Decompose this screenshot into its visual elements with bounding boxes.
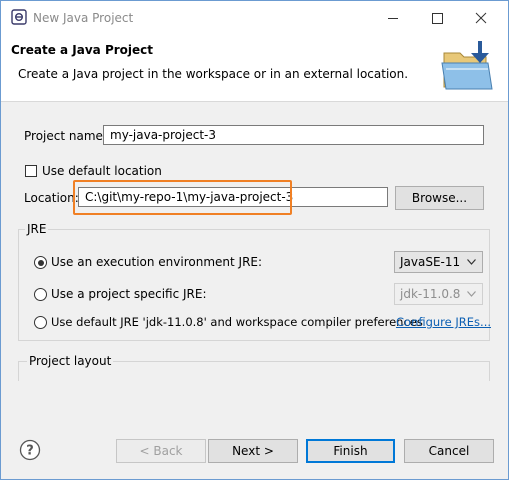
finish-button[interactable]: Finish (306, 439, 395, 463)
execution-env-select[interactable]: JavaSE-11 (394, 251, 483, 273)
banner-title: Create a Java Project (11, 43, 154, 57)
svg-text:?: ? (26, 444, 34, 459)
configure-jres-link[interactable]: Configure JREs... (396, 315, 491, 329)
default-jre-label: Use default JRE 'jdk-11.0.8' and workspa… (51, 315, 423, 329)
location-label: Location: (24, 191, 79, 205)
banner-description: Create a Java project in the workspace o… (18, 67, 409, 81)
minimize-icon (388, 18, 398, 19)
help-icon[interactable]: ? (19, 439, 41, 461)
execution-env-value: JavaSE-11 (400, 255, 461, 269)
use-default-location-checkbox[interactable] (25, 165, 37, 177)
maximize-button[interactable] (417, 7, 457, 29)
project-name-label: Project name: (24, 129, 107, 143)
browse-button[interactable]: Browse... (395, 186, 484, 210)
minimize-button[interactable] (373, 7, 413, 29)
back-button[interactable]: < Back (116, 439, 206, 463)
project-specific-jre-value: jdk-11.0.8 (400, 287, 461, 301)
project-layout-group-title: Project layout (27, 354, 114, 368)
default-jre-radio[interactable] (34, 316, 47, 329)
next-button[interactable]: Next > (208, 439, 298, 463)
maximize-icon (432, 13, 443, 24)
close-button[interactable] (461, 7, 501, 29)
eclipse-icon (11, 9, 27, 25)
wizard-banner: Create a Java Project Create a Java proj… (1, 35, 508, 102)
project-specific-jre-radio[interactable] (34, 288, 47, 301)
jre-group-title: JRE (25, 222, 49, 236)
execution-env-radio[interactable] (34, 256, 47, 269)
close-icon (475, 12, 487, 24)
title-bar: New Java Project (1, 1, 508, 35)
chevron-down-icon (467, 291, 476, 297)
use-default-location-label: Use default location (42, 164, 162, 178)
new-project-folder-icon (441, 41, 493, 90)
chevron-down-icon (467, 259, 476, 265)
cancel-button[interactable]: Cancel (404, 439, 494, 463)
location-input[interactable]: C:\git\my-repo-1\my-java-project-3 (78, 187, 388, 207)
execution-env-label: Use an execution environment JRE: (51, 255, 263, 269)
project-specific-jre-label: Use a project specific JRE: (51, 287, 207, 301)
window-title: New Java Project (33, 11, 134, 25)
new-java-project-dialog: New Java Project Create a Java Project C… (0, 0, 509, 480)
project-specific-jre-select[interactable]: jdk-11.0.8 (394, 283, 483, 305)
radio-selected-dot (37, 259, 44, 266)
project-name-input[interactable]: my-java-project-3 (103, 125, 484, 145)
